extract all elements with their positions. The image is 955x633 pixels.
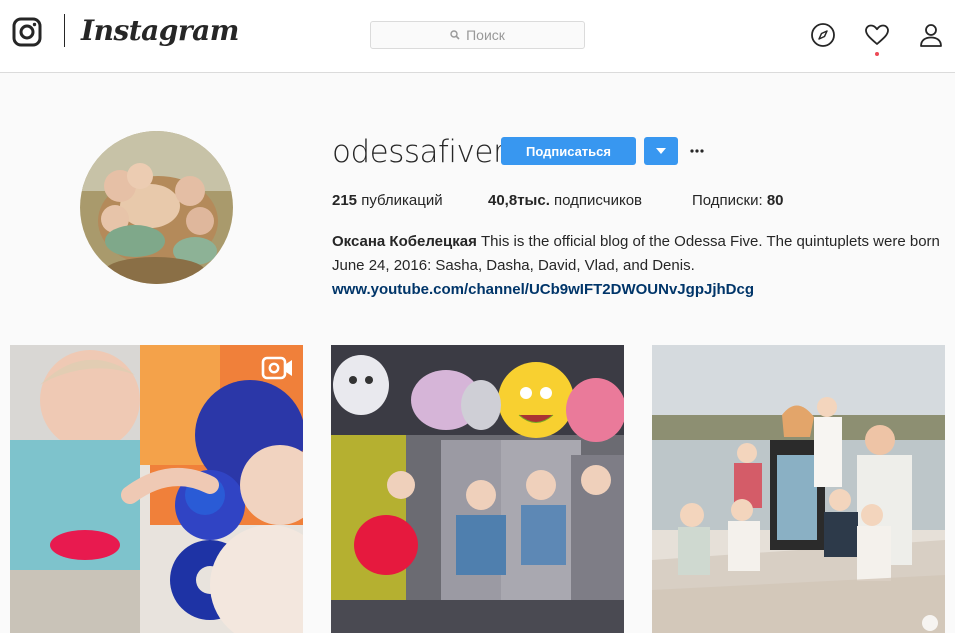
followers-label: подписчиков	[554, 192, 643, 209]
video-icon	[261, 356, 292, 380]
user-icon[interactable]	[918, 22, 944, 48]
caret-down-icon	[656, 148, 666, 154]
profile-full-name: Оксана Кобелецкая	[332, 233, 477, 250]
following-count: 80	[766, 192, 784, 209]
followers-count: 40,8тыс.	[488, 192, 550, 209]
search-input[interactable]: Поиск	[370, 21, 585, 49]
follow-button[interactable]: Подписаться	[501, 137, 636, 165]
post-thumbnail[interactable]	[10, 345, 303, 633]
posts-count: 215	[332, 192, 358, 209]
following-count-stat[interactable]: Подписки: 80	[692, 192, 784, 209]
posts-count-stat: 215 публикаций	[332, 192, 443, 209]
suggestions-dropdown-button[interactable]	[644, 137, 678, 165]
search-icon	[450, 30, 460, 40]
following-label: Подписки:	[692, 192, 763, 209]
logo-divider	[64, 14, 65, 47]
search-placeholder: Поиск	[466, 27, 505, 43]
notification-dot	[875, 52, 879, 56]
post-thumbnail[interactable]	[331, 345, 624, 633]
top-navigation-bar: Instagram Поиск	[0, 0, 955, 73]
instagram-logo-icon[interactable]	[12, 17, 42, 47]
heart-icon[interactable]	[864, 22, 890, 48]
ellipsis-icon	[690, 149, 704, 153]
instagram-wordmark[interactable]: Instagram	[81, 14, 239, 47]
bio-link[interactable]: www.youtube.com/channel/UCb9wIFT2DWOUNvJ…	[332, 278, 952, 302]
profile-username: odessafiver	[332, 134, 506, 170]
followers-count-stat[interactable]: 40,8тыс. подписчиков	[488, 192, 642, 209]
compass-icon[interactable]	[810, 22, 836, 48]
profile-bio: Оксана Кобелецкая This is the official b…	[332, 230, 952, 302]
more-options-button[interactable]	[688, 141, 706, 161]
profile-avatar[interactable]	[80, 131, 233, 284]
post-thumbnail[interactable]	[652, 345, 945, 633]
posts-label: публикаций	[361, 192, 443, 209]
